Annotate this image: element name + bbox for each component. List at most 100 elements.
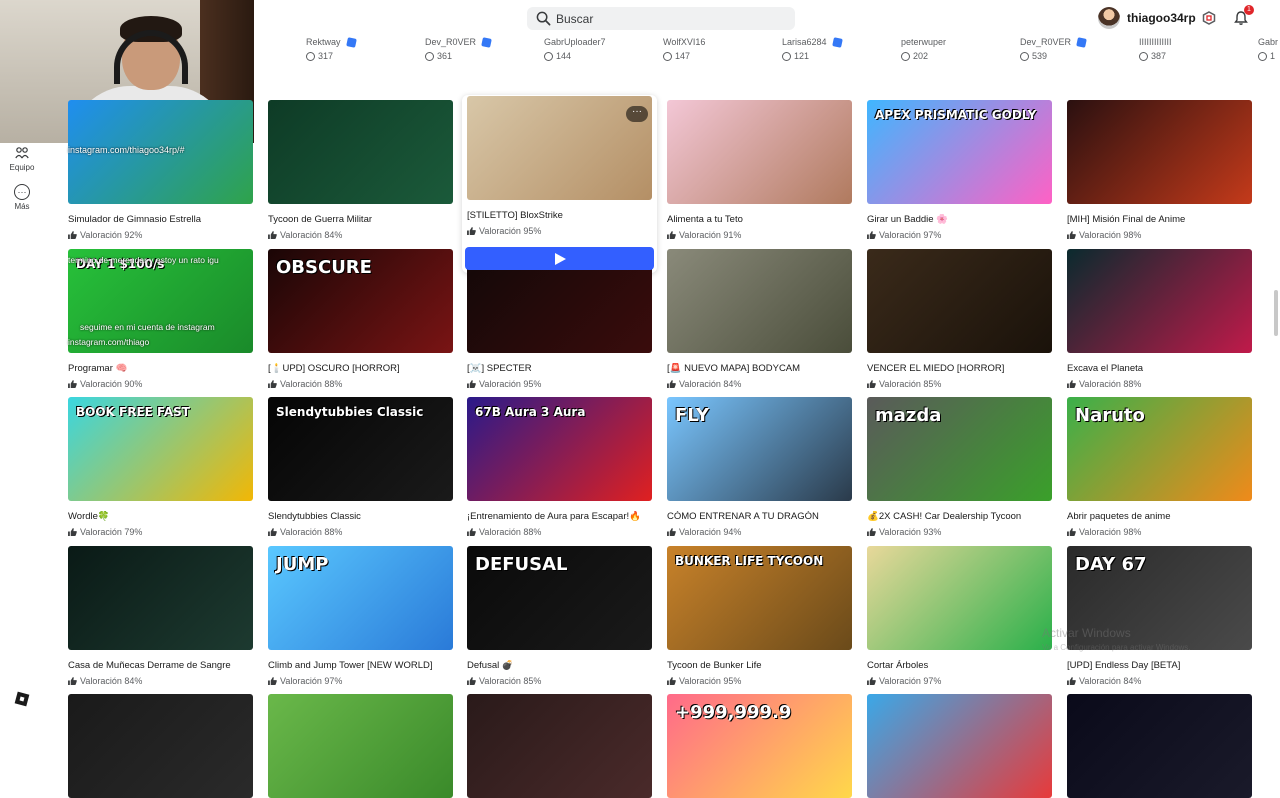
game-card[interactable]: Naruto Abrir paquetes de anime Valoración … bbox=[1067, 397, 1252, 537]
game-thumbnail[interactable] bbox=[1067, 249, 1252, 353]
game-card[interactable]: [🚨 NUEVO MAPA] BODYCAM Valoración 84% bbox=[667, 249, 852, 389]
roblox-logo-icon[interactable] bbox=[14, 691, 30, 707]
game-title[interactable]: Cortar Árboles bbox=[867, 660, 1052, 672]
game-card[interactable]: +999,999.9 bbox=[667, 694, 852, 798]
game-card[interactable] bbox=[268, 694, 453, 798]
game-title[interactable]: [UPD] Endless Day [BETA] bbox=[1067, 660, 1252, 672]
game-title[interactable]: Wordle🍀 bbox=[68, 511, 253, 523]
game-thumbnail[interactable]: Slendytubbies Classic bbox=[268, 397, 453, 501]
game-thumbnail[interactable] bbox=[268, 100, 453, 204]
game-card[interactable]: Simulador de Gimnasio Estrella Valoración… bbox=[68, 100, 253, 240]
game-thumbnail[interactable]: FLY bbox=[667, 397, 852, 501]
game-thumbnail[interactable] bbox=[68, 546, 253, 650]
game-title[interactable]: Abrir paquetes de anime bbox=[1067, 511, 1252, 523]
game-thumbnail[interactable] bbox=[1067, 100, 1252, 204]
game-title[interactable]: [STILETTO] BloxStrike bbox=[467, 210, 652, 222]
friend-item[interactable]: Dev_R0VER 539 bbox=[1020, 36, 1130, 62]
game-title[interactable]: Defusal 💣 bbox=[467, 660, 652, 672]
game-card[interactable]: mazda 💰2X CASH! Car Dealership Tycoon Valo… bbox=[867, 397, 1052, 537]
game-thumbnail[interactable] bbox=[268, 694, 453, 798]
game-card[interactable]: [STILETTO] BloxStrike Valoración 95% bbox=[467, 96, 652, 236]
game-title[interactable]: [🚨 NUEVO MAPA] BODYCAM bbox=[667, 363, 852, 375]
friend-item[interactable]: Gabr 1 bbox=[1258, 36, 1280, 62]
user-profile-link[interactable]: thiagoo34rp bbox=[1098, 7, 1196, 29]
game-thumbnail[interactable]: JUMP bbox=[268, 546, 453, 650]
friend-item[interactable]: Larisa6284 121 bbox=[782, 36, 892, 62]
friend-item[interactable]: Rektway 317 bbox=[306, 36, 416, 62]
game-card[interactable]: JUMP Climb and Jump Tower [NEW WORLD] Valo… bbox=[268, 546, 453, 686]
game-title[interactable]: Climb and Jump Tower [NEW WORLD] bbox=[268, 660, 453, 672]
game-title[interactable]: Slendytubbies Classic bbox=[268, 511, 453, 523]
game-card[interactable]: Cortar Árboles Valoración 97% bbox=[867, 546, 1052, 686]
game-card[interactable] bbox=[867, 694, 1052, 798]
game-rating: Valoración 85% bbox=[867, 378, 1052, 389]
friend-item[interactable]: Dev_R0VER 361 bbox=[425, 36, 535, 62]
game-thumbnail[interactable]: BOOK FREE FAST bbox=[68, 397, 253, 501]
scrollbar[interactable] bbox=[1274, 290, 1278, 336]
game-card[interactable] bbox=[1067, 694, 1252, 798]
game-title[interactable]: VENCER EL MIEDO [HORROR] bbox=[867, 363, 1052, 375]
game-title[interactable]: Alimenta a tu Teto bbox=[667, 214, 852, 226]
friend-item[interactable]: peterwuper 202 bbox=[901, 36, 1011, 62]
game-card[interactable]: BUNKER LIFE TYCOON Tycoon de Bunker Life V… bbox=[667, 546, 852, 686]
game-thumbnail[interactable]: mazda bbox=[867, 397, 1052, 501]
game-title[interactable]: Tycoon de Bunker Life bbox=[667, 660, 852, 672]
game-card[interactable]: Tycoon de Guerra Militar Valoración 84% bbox=[268, 100, 453, 240]
game-card[interactable]: 67B Aura 3 Aura ¡Entrenamiento de Aura pa… bbox=[467, 397, 652, 537]
game-card[interactable]: OBSCURE [🕯️UPD] OSCURO [HORROR] Valoración… bbox=[268, 249, 453, 389]
game-card[interactable]: DAY 1 $100/s Programar 🧠 Valoración 90% bbox=[68, 249, 253, 389]
game-title[interactable]: Simulador de Gimnasio Estrella bbox=[68, 214, 253, 226]
game-thumbnail[interactable]: 67B Aura 3 Aura bbox=[467, 397, 652, 501]
game-card[interactable]: APEX PRISMATIC GODLY Girar un Baddie 🌸 Val… bbox=[867, 100, 1052, 240]
game-title[interactable]: Tycoon de Guerra Militar bbox=[268, 214, 453, 226]
game-card[interactable]: Casa de Muñecas Derrame de Sangre Valorac… bbox=[68, 546, 253, 686]
game-card[interactable]: Excava el Planeta Valoración 88% bbox=[1067, 249, 1252, 389]
game-card[interactable]: [☠️] SPECTER Valoración 95% bbox=[467, 249, 652, 389]
robux-icon[interactable] bbox=[1202, 11, 1216, 25]
nav-item-more[interactable]: ··· Más bbox=[0, 184, 44, 211]
game-card[interactable]: [MIH] Misión Final de Anime Valoración 98… bbox=[1067, 100, 1252, 240]
game-card[interactable]: Alimenta a tu Teto Valoración 91% bbox=[667, 100, 852, 240]
game-card[interactable] bbox=[467, 694, 652, 798]
game-title[interactable]: [☠️] SPECTER bbox=[467, 363, 652, 375]
nav-item-team[interactable]: Equipo bbox=[0, 145, 44, 172]
game-title[interactable]: Excava el Planeta bbox=[1067, 363, 1252, 375]
game-title[interactable]: CÓMO ENTRENAR A TU DRAGÓN bbox=[667, 511, 852, 523]
game-card[interactable]: VENCER EL MIEDO [HORROR] Valoración 85% bbox=[867, 249, 1052, 389]
game-card[interactable]: FLY CÓMO ENTRENAR A TU DRAGÓN Valoración 9… bbox=[667, 397, 852, 537]
game-thumbnail[interactable] bbox=[1067, 694, 1252, 798]
game-title[interactable]: [🕯️UPD] OSCURO [HORROR] bbox=[268, 363, 453, 375]
game-thumbnail[interactable] bbox=[867, 546, 1052, 650]
game-thumbnail[interactable]: Naruto bbox=[1067, 397, 1252, 501]
game-card[interactable]: DAY 67 [UPD] Endless Day [BETA] Valoración… bbox=[1067, 546, 1252, 686]
game-thumbnail[interactable] bbox=[68, 694, 253, 798]
game-card[interactable]: Slendytubbies Classic Slendytubbies Class… bbox=[268, 397, 453, 537]
friend-count: 144 bbox=[556, 51, 572, 61]
more-options-button[interactable]: ··· bbox=[626, 106, 648, 122]
game-thumbnail[interactable] bbox=[667, 249, 852, 353]
game-title[interactable]: [MIH] Misión Final de Anime bbox=[1067, 214, 1252, 226]
game-thumbnail[interactable]: APEX PRISMATIC GODLY bbox=[867, 100, 1052, 204]
game-thumbnail[interactable] bbox=[867, 694, 1052, 798]
game-title[interactable]: Casa de Muñecas Derrame de Sangre bbox=[68, 660, 253, 672]
friend-item[interactable]: WolfXVI16 147 bbox=[663, 36, 773, 62]
game-title[interactable]: Programar 🧠 bbox=[68, 363, 253, 375]
game-thumbnail[interactable] bbox=[467, 96, 652, 200]
game-thumbnail[interactable]: +999,999.9 bbox=[667, 694, 852, 798]
search-input[interactable]: Buscar bbox=[527, 7, 795, 30]
friend-item[interactable]: GabrUploader7 144 bbox=[544, 36, 654, 62]
game-title[interactable]: 💰2X CASH! Car Dealership Tycoon bbox=[867, 511, 1052, 523]
game-title[interactable]: ¡Entrenamiento de Aura para Escapar!🔥 bbox=[467, 511, 652, 523]
game-card[interactable]: DEFUSAL Defusal 💣 Valoración 85% bbox=[467, 546, 652, 686]
game-thumbnail[interactable]: DEFUSAL bbox=[467, 546, 652, 650]
game-thumbnail[interactable]: BUNKER LIFE TYCOON bbox=[667, 546, 852, 650]
game-thumbnail[interactable] bbox=[467, 694, 652, 798]
game-thumbnail[interactable] bbox=[667, 100, 852, 204]
game-card[interactable]: BOOK FREE FAST Wordle🍀 Valoración 79% bbox=[68, 397, 253, 537]
game-card[interactable] bbox=[68, 694, 253, 798]
game-thumbnail[interactable]: OBSCURE bbox=[268, 249, 453, 353]
friend-item[interactable]: IIIIIIIIIIIII 387 bbox=[1139, 36, 1249, 62]
game-thumbnail[interactable] bbox=[867, 249, 1052, 353]
play-button[interactable] bbox=[465, 247, 654, 270]
game-title[interactable]: Girar un Baddie 🌸 bbox=[867, 214, 1052, 226]
